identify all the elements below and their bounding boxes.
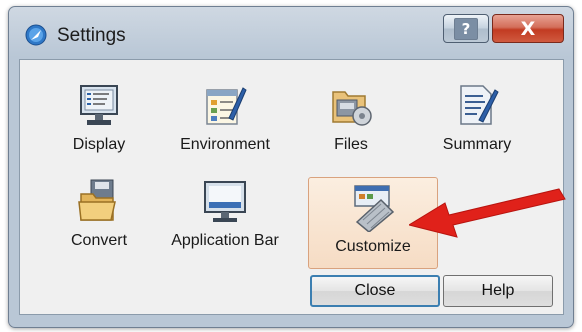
tile-label: Convert	[70, 232, 128, 249]
settings-dialog: Settings ? X Display Environment Files S…	[8, 6, 574, 328]
title-close-button[interactable]: X	[492, 14, 564, 43]
tile-label: Environment	[180, 136, 270, 153]
close-icon: X	[520, 17, 536, 40]
files-icon	[332, 91, 372, 126]
tile-label: Customize	[335, 238, 411, 255]
title-help-button[interactable]: ?	[443, 14, 489, 43]
tile-environment[interactable]: Environment	[160, 76, 290, 168]
title-bar[interactable]: Settings ? X	[9, 7, 573, 59]
tile-label: Application Bar	[171, 232, 279, 249]
display-icon	[80, 85, 118, 125]
tile-customize[interactable]: Customize	[308, 177, 438, 269]
help-button[interactable]: Help	[443, 275, 553, 307]
help-button-label: Help	[481, 282, 515, 299]
summary-icon	[460, 85, 499, 125]
tile-display[interactable]: Display	[34, 76, 164, 168]
environment-icon	[206, 87, 247, 125]
dialog-client-area: Display Environment Files Summary Conver…	[19, 59, 564, 315]
customize-icon	[354, 185, 395, 232]
close-button-label: Close	[354, 282, 396, 299]
application-bar-icon	[204, 181, 246, 222]
window-title: Settings	[57, 25, 126, 46]
tile-application-bar[interactable]: Application Bar	[160, 172, 290, 264]
tile-summary[interactable]: Summary	[412, 76, 542, 168]
tile-files[interactable]: Files	[286, 76, 416, 168]
tile-convert[interactable]: Convert	[34, 172, 164, 264]
question-icon: ?	[454, 17, 478, 40]
settings-app-icon	[25, 24, 47, 46]
convert-icon	[78, 179, 116, 221]
close-button[interactable]: Close	[310, 275, 440, 307]
tile-label: Files	[334, 136, 368, 153]
tile-label: Summary	[442, 136, 512, 153]
tile-label: Display	[72, 136, 126, 153]
